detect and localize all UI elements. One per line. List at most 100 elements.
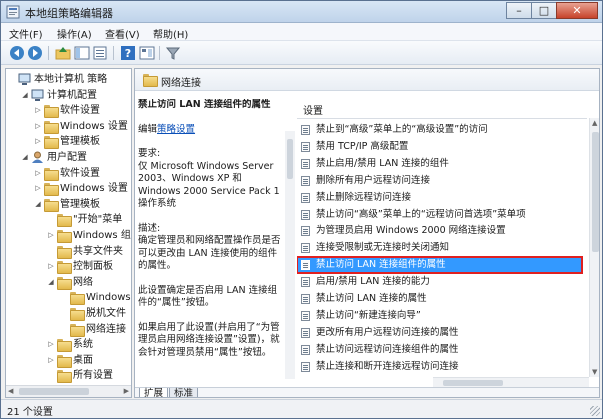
settings-column-header[interactable]: 设置 [303,102,323,117]
requirements-label: 要求: [138,148,161,159]
policy-row[interactable]: 禁止删除远程访问连接 [297,190,582,206]
scroll-thumb[interactable] [443,380,503,386]
scroll-down-arrow-icon[interactable]: ▼ [592,368,597,376]
tree-horizontal-scrollbar[interactable]: ◀ ▶ [6,385,131,397]
expanded-arrow-icon[interactable]: ◢ [21,150,29,165]
show-tree-icon[interactable] [74,45,90,61]
tab-standard[interactable]: 标准 [169,388,199,397]
collapsed-arrow-icon[interactable]: ▷ [34,134,42,149]
scroll-thumb[interactable] [592,132,599,252]
edit-policy-link[interactable]: 策略设置 [157,124,195,135]
tree-item-label: 桌面 [73,354,93,366]
close-button[interactable]: ✕ [556,2,598,19]
details-pane: 网络连接 禁止访问 LAN 连接组件的属性 编辑策略设置 要求: 仅 Micro… [134,68,600,398]
up-folder-icon[interactable] [55,45,71,61]
policy-row[interactable]: 启用/禁用 LAN 连接的能力 [297,274,582,290]
policy-row[interactable]: 禁止连接和断开连接远程访问连接 [297,359,582,375]
policy-label: 禁止连接和断开连接远程访问连接 [316,360,459,372]
maximize-button[interactable]: □ [531,2,557,19]
menu-view[interactable]: 查看(V) [105,26,140,41]
policy-row[interactable]: 更改所有用户远程访问连接的属性 [297,325,582,341]
collapsed-arrow-icon[interactable]: ▷ [34,103,42,118]
policy-label: 为管理员启用 Windows 2000 网络连接设置 [316,225,506,237]
tree-item-label: 用户配置 [47,152,87,163]
folder-icon [44,167,59,181]
folder-icon [57,261,72,275]
expanded-arrow-icon[interactable]: ◢ [21,88,29,103]
scroll-right-arrow-icon[interactable]: ▶ [124,386,129,397]
tree-item-label: Windows 组件 [73,230,131,241]
policy-row[interactable]: 禁止到“高级”菜单上的“高级设置”的访问 [297,122,582,138]
tree-item-label: 管理模板 [60,198,100,210]
window-controls: – □ ✕ [506,2,598,20]
status-bar: 21 个设置 [1,399,602,418]
collapsed-arrow-icon[interactable]: ▷ [34,181,42,196]
folder-icon [70,292,85,306]
description-paragraph-2: 此设置确定是否启用 LAN 连接组件的“属性”按钮。 [138,284,278,309]
collapsed-arrow-icon[interactable]: ▷ [47,228,55,243]
folder-icon [44,136,59,150]
collapsed-arrow-icon[interactable]: ▷ [47,259,55,274]
description-scrollbar[interactable] [285,131,295,379]
resize-grip[interactable] [590,406,600,416]
folder-icon [57,276,72,290]
description-paragraph-3: 如果启用了此设置(并启用了“为管理员启用网络连接设置”设置)，就会针对管理员禁用… [138,321,280,358]
scroll-left-arrow-icon[interactable]: ◀ [8,386,13,397]
policy-row[interactable]: 删除所有用户远程访问连接 [297,173,582,189]
policy-row[interactable]: 禁止启用/禁用 LAN 连接的组件 [297,156,582,172]
expanded-arrow-icon[interactable]: ◢ [34,197,42,212]
policy-setting-icon [301,277,310,288]
policy-row[interactable]: 为管理员启用 Windows 2000 网络连接设置 [297,223,582,239]
folder-icon [57,370,72,384]
policy-row[interactable]: 禁止访问远程访问连接组件的属性 [297,342,582,358]
forward-arrow-icon[interactable] [27,45,43,61]
content-header: 网络连接 [135,69,599,91]
folder-icon [57,230,72,243]
tab-extended[interactable]: 扩展 [139,388,169,397]
scroll-thumb[interactable] [19,388,89,395]
tree-item-label: Windows [86,292,131,304]
folder-icon [44,105,59,119]
filter-icon[interactable] [165,45,181,61]
minimize-button[interactable]: – [506,2,532,19]
policy-row[interactable]: 禁止访问“新建连接向导” [297,308,582,324]
help-icon[interactable]: ? [120,45,136,61]
policy-setting-icon [301,243,310,254]
policy-label: 禁止访问“新建连接向导” [316,309,421,321]
title-bar[interactable]: 本地组策略编辑器 – □ ✕ [1,1,602,23]
collapsed-arrow-icon[interactable]: ▷ [34,166,42,181]
description-text: 确定管理员和网络配置操作员是否可以更改由 LAN 连接使用的组件的属性。 [138,235,281,271]
expanded-arrow-icon[interactable]: ◢ [47,275,55,290]
scroll-up-arrow-icon[interactable]: ▲ [592,119,597,127]
requirements-text: 仅 Microsoft Windows Server 2003、Windows … [138,160,280,210]
navigation-tree: 本地计算机 策略 ◢ 计算机配置 ▷ 软件设置 ▷ Windows 设置 ▷ 管理模板 ◢ 用户配置… [5,68,132,398]
policy-row[interactable]: 禁用 TCP/IP 高级配置 [297,139,582,155]
window-title: 本地组策略编辑器 [25,7,113,20]
menu-file[interactable]: 文件(F) [9,26,43,41]
back-arrow-icon[interactable] [9,45,25,61]
svg-text:?: ? [125,47,131,60]
tree-item-label: 所有设置 [73,370,113,382]
policy-editor-window: 本地组策略编辑器 – □ ✕ 文件(F) 操作(A) 查看(V) 帮助(H) ?… [0,0,603,419]
scroll-thumb[interactable] [287,139,293,179]
status-text: 21 个设置 [7,407,53,418]
tree-item-label: 管理模板 [60,136,100,148]
policy-row[interactable]: 禁止访问“高级”菜单上的“远程访问首选项”菜单项 [297,207,582,223]
export-list-icon[interactable] [92,45,108,61]
collapsed-arrow-icon[interactable]: ▷ [47,353,55,368]
policy-setting-icon [301,344,310,355]
menu-action[interactable]: 操作(A) [57,26,92,41]
policy-description: 禁止访问 LAN 连接组件的属性 编辑策略设置 要求: 仅 Microsoft … [138,99,283,379]
tree-item-label: 软件设置 [60,105,100,117]
settings-vertical-scrollbar[interactable]: ▲ ▼ [589,118,599,377]
policy-row[interactable]: 禁止访问 LAN 连接组件的属性 [297,256,583,275]
collapsed-arrow-icon[interactable]: ▷ [34,119,42,134]
policy-label: 禁用 TCP/IP 高级配置 [316,140,409,152]
menu-bar: 文件(F) 操作(A) 查看(V) 帮助(H) [1,23,602,41]
policy-row[interactable]: 连接受限制或无连接时关闭通知 [297,240,582,256]
collapsed-arrow-icon[interactable]: ▷ [47,337,55,352]
tree-item-label: 网络 [73,276,93,288]
properties-icon[interactable] [139,45,155,61]
menu-help[interactable]: 帮助(H) [153,26,188,41]
policy-row[interactable]: 禁止访问 LAN 连接的属性 [297,291,582,307]
